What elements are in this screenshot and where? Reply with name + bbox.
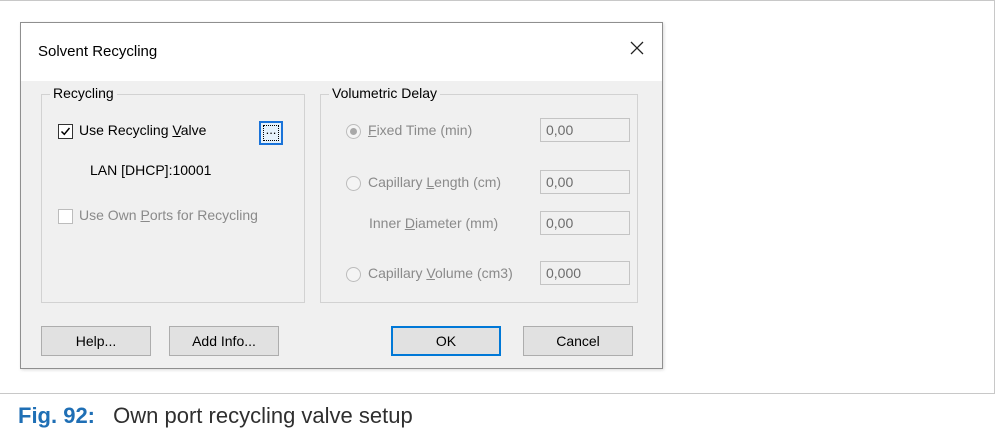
recycling-group-label: Recycling	[50, 85, 117, 101]
capillary-length-label: Capillary Length (cm)	[368, 174, 502, 190]
ok-button[interactable]: OK	[391, 326, 501, 356]
fixed-time-field[interactable]: 0,00	[540, 118, 630, 142]
volumetric-delay-group-label: Volumetric Delay	[329, 85, 441, 101]
fixed-time-label: Fixed Time (min)	[368, 122, 473, 138]
dialog-titlebar: Solvent Recycling	[21, 23, 662, 81]
recycling-group: Recycling Use Recycling Valve ... LAN [D…	[41, 85, 305, 303]
help-button[interactable]: Help...	[41, 326, 151, 356]
valve-settings-ellipsis-button[interactable]: ...	[259, 121, 283, 145]
close-icon[interactable]	[626, 37, 648, 59]
solvent-recycling-dialog: Solvent Recycling Recycling Use Recyclin…	[20, 22, 663, 369]
volumetric-delay-group: Volumetric Delay Fixed Time (min) 0,00 C…	[320, 85, 638, 303]
inner-diameter-field[interactable]: 0,00	[540, 211, 630, 235]
cancel-button[interactable]: Cancel	[523, 326, 633, 356]
figure-number: Fig. 92:	[18, 403, 96, 428]
add-info-button[interactable]: Add Info...	[169, 326, 279, 356]
use-recycling-valve-label: Use Recycling Valve	[79, 122, 207, 138]
capillary-volume-radio[interactable]	[346, 267, 361, 282]
use-recycling-valve-checkbox[interactable]	[58, 124, 73, 139]
fixed-time-radio[interactable]	[346, 124, 361, 139]
use-own-ports-label: Use Own Ports for Recycling	[79, 207, 258, 223]
use-own-ports-checkbox[interactable]	[58, 209, 73, 224]
radio-selected-dot	[350, 128, 357, 135]
figure-caption-text: Own port recycling valve setup	[113, 403, 413, 428]
capillary-length-radio[interactable]	[346, 176, 361, 191]
inner-diameter-label: Inner Diameter (mm)	[369, 215, 499, 231]
figure-caption: Fig. 92: Own port recycling valve setup	[18, 403, 413, 429]
valve-address: LAN [DHCP]:10001	[90, 162, 212, 178]
capillary-volume-field[interactable]: 0,000	[540, 261, 630, 285]
capillary-volume-label: Capillary Volume (cm3)	[368, 265, 513, 281]
dialog-title: Solvent Recycling	[38, 43, 158, 60]
capillary-length-field[interactable]: 0,00	[540, 170, 630, 194]
